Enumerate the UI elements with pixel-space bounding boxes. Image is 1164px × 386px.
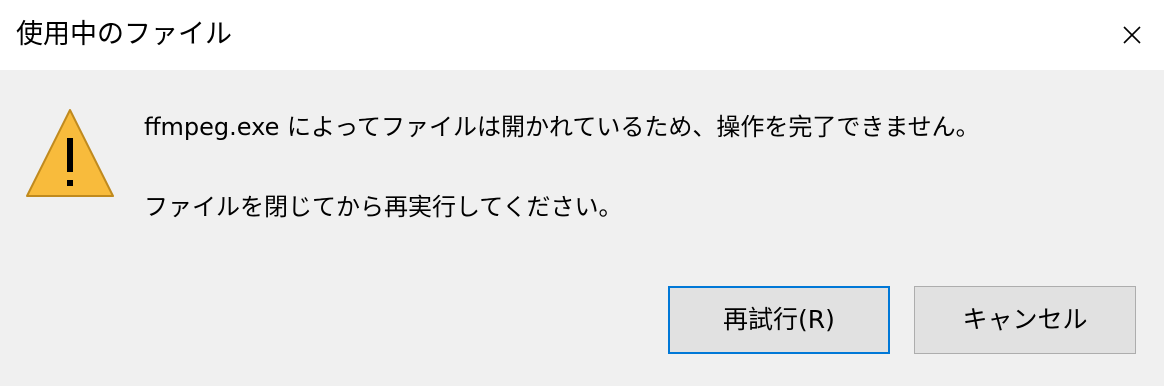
cancel-button[interactable]: キャンセル: [914, 286, 1136, 354]
retry-button[interactable]: 再試行(R): [668, 286, 890, 354]
close-button[interactable]: [1100, 0, 1164, 70]
message-line-1: ffmpeg.exe によってファイルは開かれているため、操作を完了できません。: [144, 113, 980, 141]
warning-icon: [24, 108, 116, 200]
title-bar: 使用中のファイル: [0, 0, 1164, 70]
dialog-body: ffmpeg.exe によってファイルは開かれているため、操作を完了できません。…: [0, 70, 1164, 386]
dialog-title: 使用中のファイル: [16, 19, 232, 50]
close-icon: [1122, 25, 1142, 45]
message-line-2: ファイルを閉じてから再実行してください。: [144, 193, 623, 221]
file-in-use-dialog: 使用中のファイル ffmpeg.exe によってファイルは開かれているため、操作…: [0, 0, 1164, 386]
